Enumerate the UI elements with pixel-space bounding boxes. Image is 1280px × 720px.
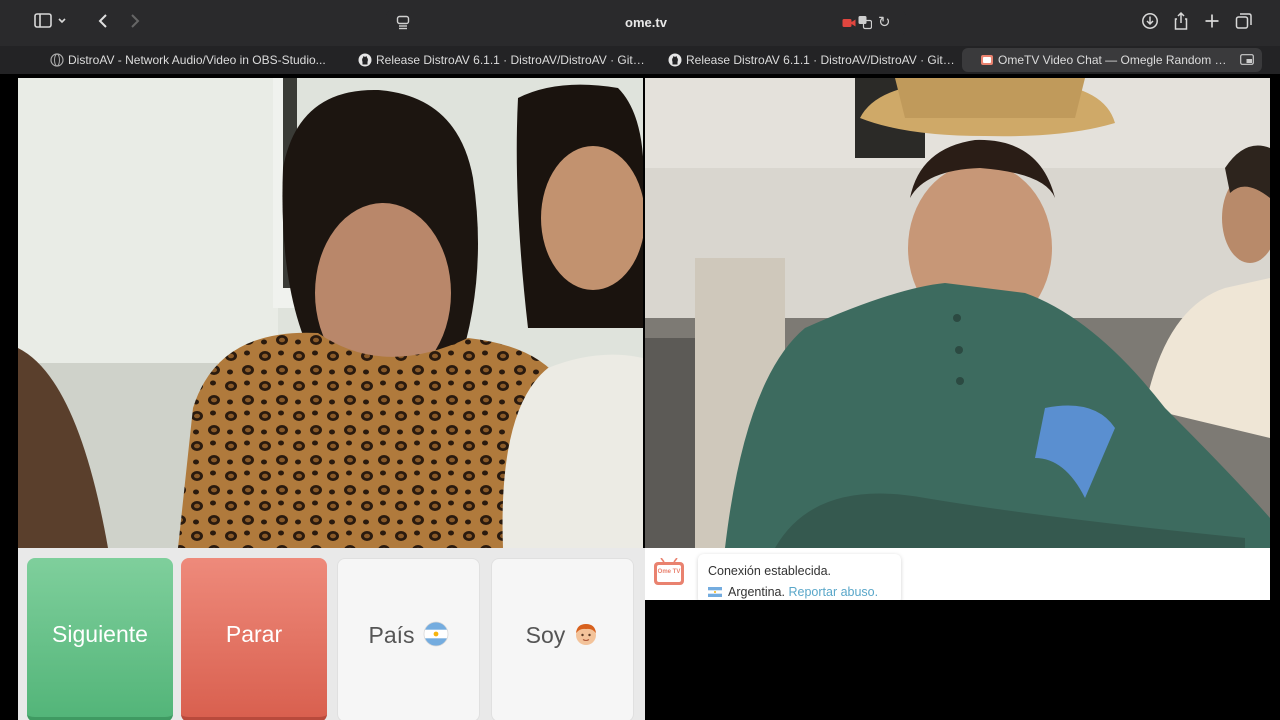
tab-ometv-active[interactable]: OmeTV Video Chat — Omegle Random Ca... [962, 48, 1262, 72]
boy-face-icon [576, 623, 597, 645]
download-icon [1142, 13, 1158, 29]
picture-in-picture-icon[interactable] [1240, 54, 1254, 65]
camera-recording-icon[interactable] [842, 17, 856, 29]
remote-video-image [18, 78, 643, 548]
argentina-flag-icon [708, 587, 722, 597]
partner-info: Argentina. Reportar abuso. [708, 585, 878, 599]
stop-button[interactable]: Parar [181, 558, 327, 720]
gender-button-label: Soy [525, 622, 566, 648]
plus-icon [1205, 14, 1219, 28]
ometv-logo-icon: Ome TV [654, 558, 684, 585]
ometv-page: Siguiente Parar País Soy Ome TV Conexión… [18, 78, 1270, 720]
tab-title: OmeTV Video Chat — Omegle Random Ca... [998, 53, 1234, 67]
reload-icon[interactable]: ↻ [878, 14, 894, 32]
next-button[interactable]: Siguiente [27, 558, 173, 720]
local-video-image [645, 78, 1270, 548]
tab-title: Release DistroAV 6.1.1 · DistroAV/Distro… [376, 53, 648, 67]
tabs-overview-icon [1235, 13, 1252, 29]
chevron-right-icon [131, 14, 140, 28]
country-button-label: País [368, 622, 415, 648]
connection-status: Conexión establecida. [708, 564, 831, 578]
share-button[interactable] [1169, 11, 1193, 35]
tab-overview-button[interactable] [1232, 11, 1256, 35]
github-icon [668, 53, 682, 67]
partner-country: Argentina. [728, 585, 785, 599]
stop-button-label: Parar [225, 621, 283, 647]
tab-release-1[interactable]: Release DistroAV 6.1.1 · DistroAV/Distro… [358, 48, 648, 72]
ometv-logo-text: Ome TV [658, 569, 681, 575]
globe-icon [50, 53, 64, 67]
tab-release-2[interactable]: Release DistroAV 6.1.1 · DistroAV/Distro… [668, 48, 958, 72]
report-abuse-link[interactable]: Reportar abuso. [788, 585, 878, 599]
forward-button[interactable] [120, 11, 150, 35]
new-tab-button[interactable] [1200, 11, 1224, 35]
url-text: ome.tv [625, 15, 667, 30]
share-icon [1174, 11, 1188, 30]
remote-video-feed [18, 78, 643, 548]
argentina-flag-icon [423, 621, 448, 647]
back-button[interactable] [88, 11, 118, 35]
country-filter-button[interactable]: País [337, 558, 480, 720]
sidebar-icon [34, 13, 66, 28]
chat-message: Conexión establecida. Argentina. Reporta… [698, 554, 901, 600]
tab-title: DistroAV - Network Audio/Video in OBS-St… [68, 53, 326, 67]
download-button[interactable] [1138, 11, 1162, 35]
local-video-feed [645, 78, 1270, 548]
gender-filter-button[interactable]: Soy [491, 558, 634, 720]
chevron-left-icon [98, 14, 107, 28]
tab-bar: DistroAV - Network Audio/Video in OBS-St… [0, 46, 1280, 74]
tab-title: Release DistroAV 6.1.1 · DistroAV/Distro… [686, 53, 958, 67]
chat-panel: Ome TV Conexión establecida. Argentina. … [645, 548, 1270, 600]
browser-toolbar: ome.tv ↻ [0, 0, 1280, 46]
control-panel: Siguiente Parar País Soy [18, 548, 645, 720]
translate-icon[interactable] [858, 15, 872, 30]
address-bar[interactable]: ome.tv ↻ [386, 10, 906, 36]
sidebar-toggle-button[interactable] [28, 11, 72, 35]
next-button-label: Siguiente [52, 621, 148, 647]
ometv-favicon [981, 55, 993, 65]
tab-distroav[interactable]: DistroAV - Network Audio/Video in OBS-St… [50, 48, 340, 72]
github-icon [358, 53, 372, 67]
screen: ome.tv ↻ DistroAV - Network Audio/Video … [0, 0, 1280, 720]
